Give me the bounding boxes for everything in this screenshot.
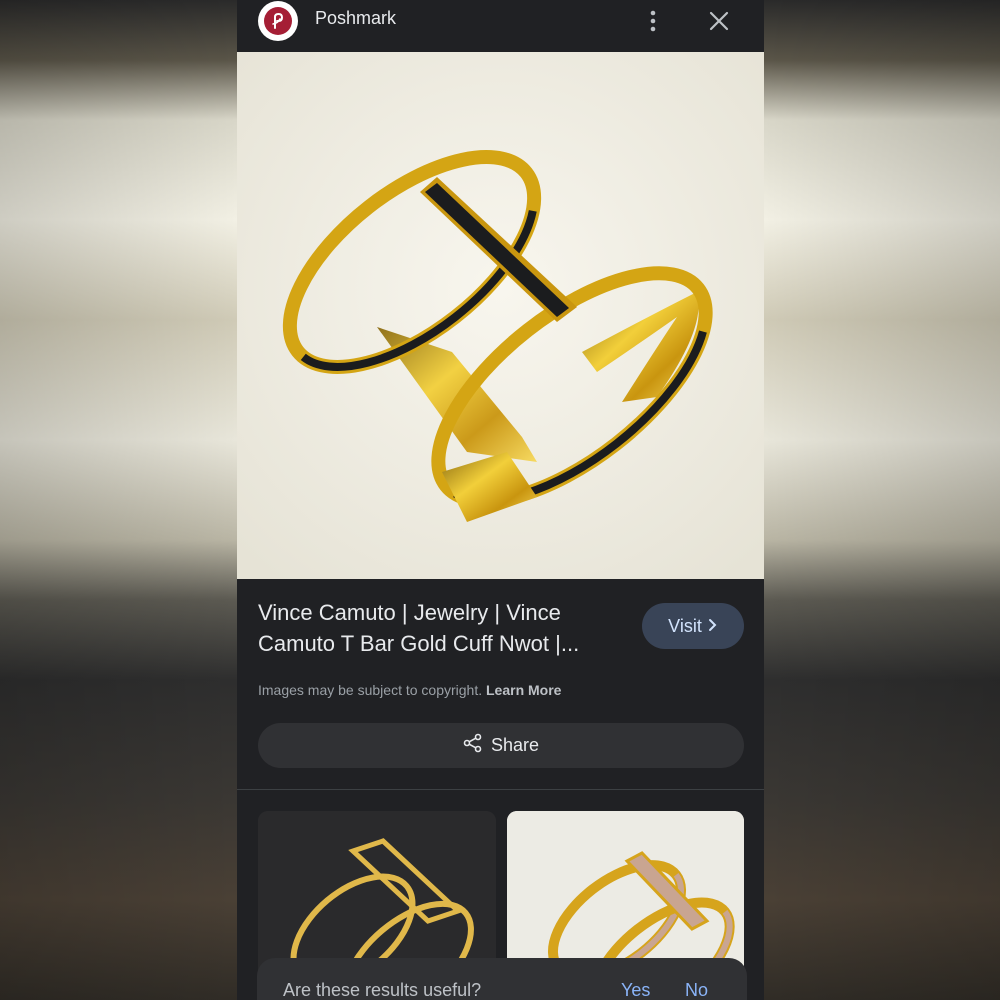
feedback-no-button[interactable]: No bbox=[685, 980, 708, 1000]
close-icon[interactable] bbox=[707, 9, 731, 33]
feedback-yes-button[interactable]: Yes bbox=[621, 980, 650, 1000]
share-label: Share bbox=[490, 735, 540, 755]
more-vert-icon[interactable] bbox=[643, 8, 663, 34]
feedback-bar: Are these results useful? Yes No bbox=[257, 958, 747, 1000]
top-bar: Poshmark bbox=[237, 0, 764, 52]
result-title[interactable]: Vince Camuto | Jewelry | Vince Camuto T … bbox=[258, 597, 618, 659]
chevron-right-icon bbox=[708, 616, 718, 637]
learn-more-link[interactable]: Learn More bbox=[486, 682, 561, 698]
image-preview-panel: Poshmark Vince Camuto | Jewelry | Vince … bbox=[237, 0, 764, 1000]
background-blur-left bbox=[0, 0, 237, 1000]
visit-label: Visit bbox=[668, 615, 702, 636]
share-button[interactable]: Share bbox=[258, 723, 744, 768]
divider bbox=[237, 789, 764, 790]
share-icon bbox=[463, 733, 483, 758]
poshmark-logo-icon[interactable] bbox=[258, 1, 298, 41]
background-blur-right bbox=[764, 0, 1000, 1000]
feedback-question: Are these results useful? bbox=[283, 980, 482, 1000]
copyright-text: Images may be subject to copyright. bbox=[258, 682, 483, 698]
copyright-notice: Images may be subject to copyright. Lear… bbox=[258, 682, 561, 698]
site-name[interactable]: Poshmark bbox=[315, 8, 396, 29]
visit-button[interactable]: Visit bbox=[642, 603, 744, 649]
product-image[interactable] bbox=[237, 52, 764, 579]
